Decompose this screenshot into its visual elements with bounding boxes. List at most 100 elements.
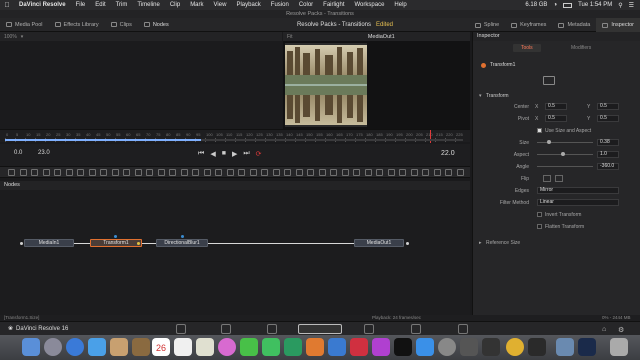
safari-icon[interactable]	[66, 338, 84, 356]
inspector-button[interactable]: Inspector	[596, 18, 640, 32]
invert-transform-checkbox[interactable]	[537, 212, 542, 217]
tool-icon[interactable]	[238, 169, 245, 176]
aspect-field[interactable]: 1.0	[597, 151, 619, 158]
tool-icon[interactable]	[31, 169, 38, 176]
node-port[interactable]	[181, 235, 184, 238]
media-pool-button[interactable]: Media Pool	[0, 22, 49, 28]
angle-field[interactable]: -360.0	[597, 163, 619, 170]
wifi-icon[interactable]: ◑	[553, 2, 557, 8]
effects-library-button[interactable]: Effects Library	[49, 22, 105, 28]
battery-icon[interactable]	[563, 2, 573, 8]
right-zoom-select[interactable]: Fit	[287, 34, 293, 40]
start-time-field[interactable]: 0.0	[14, 150, 22, 159]
use-size-aspect-checkbox[interactable]	[537, 128, 542, 133]
node-transform1[interactable]: Transform1	[90, 239, 142, 247]
automator-icon[interactable]	[460, 338, 478, 356]
end-time-field[interactable]: 23.0	[38, 150, 50, 159]
tool-icon[interactable]	[330, 169, 337, 176]
tab-tools[interactable]: Tools	[513, 44, 541, 52]
numbers-icon[interactable]	[284, 338, 302, 356]
stop-icon[interactable]: ■	[222, 150, 226, 158]
menu-timeline[interactable]: Timeline	[132, 2, 164, 8]
terminal-icon[interactable]	[482, 338, 500, 356]
size-slider-knob[interactable]	[547, 140, 551, 144]
metadata-button[interactable]: Metadata	[552, 22, 596, 28]
tool-icon[interactable]	[192, 169, 199, 176]
tv-icon[interactable]	[394, 338, 412, 356]
node-port[interactable]	[20, 242, 23, 245]
go-to-start-icon[interactable]: ⏮	[198, 150, 204, 158]
podcasts-icon[interactable]	[372, 338, 390, 356]
current-time[interactable]: 22.0	[441, 150, 455, 159]
tool-icon[interactable]	[433, 169, 441, 176]
aspect-slider-knob[interactable]	[561, 152, 565, 156]
flip-vertical-icon[interactable]	[555, 175, 563, 182]
davinci-resolve-icon[interactable]	[528, 338, 546, 356]
go-to-end-icon[interactable]: ⏭	[243, 150, 249, 158]
tool-icon[interactable]	[422, 169, 429, 176]
reminders-icon[interactable]	[174, 338, 192, 356]
step-back-icon[interactable]: ◀	[210, 150, 215, 158]
tool-icon[interactable]	[318, 169, 326, 176]
menu-mark[interactable]: Mark	[185, 2, 208, 8]
tool-icon[interactable]	[203, 169, 211, 176]
music-icon[interactable]	[350, 338, 368, 356]
home-icon[interactable]: ⌂	[602, 326, 606, 333]
photos-icon[interactable]	[218, 338, 236, 356]
tool-icon[interactable]	[180, 169, 188, 176]
mail-icon[interactable]	[88, 338, 106, 356]
node-color-dot[interactable]	[481, 63, 486, 68]
tool-icon[interactable]	[456, 169, 464, 176]
clips-button[interactable]: Clips	[105, 22, 138, 28]
menu-clip[interactable]: Clip	[165, 2, 185, 8]
system-preferences-icon[interactable]	[438, 338, 456, 356]
tool-icon[interactable]	[100, 169, 107, 176]
menu-edit[interactable]: Edit	[90, 2, 110, 8]
reference-size-row[interactable]: ▸ Reference Size	[473, 239, 640, 248]
app-store-icon[interactable]	[416, 338, 434, 356]
tool-icon[interactable]	[226, 169, 234, 176]
menu-fusion[interactable]: Fusion	[266, 2, 294, 8]
menu-view[interactable]: View	[209, 2, 232, 8]
left-zoom-select[interactable]: 100%	[4, 34, 17, 40]
menu-workspace[interactable]: Workspace	[350, 2, 390, 8]
pages-icon[interactable]	[306, 338, 324, 356]
tool-icon[interactable]	[54, 169, 61, 176]
tool-icon[interactable]	[123, 169, 130, 176]
tool-icon[interactable]	[341, 169, 349, 176]
node-mediain1[interactable]: MediaIn1	[24, 239, 74, 247]
calendar-icon[interactable]: 26	[152, 338, 170, 356]
apple-icon[interactable]: 	[0, 2, 14, 9]
menu-app-name[interactable]: DaVinci Resolve	[14, 2, 71, 8]
page-cut[interactable]	[221, 324, 231, 334]
tool-icon[interactable]	[364, 169, 372, 176]
tool-icon[interactable]	[65, 169, 73, 176]
tool-icon[interactable]	[399, 169, 406, 176]
left-viewer[interactable]	[0, 32, 282, 129]
menu-file[interactable]: File	[71, 2, 91, 8]
playhead[interactable]	[430, 130, 431, 143]
tab-modifiers[interactable]: Modifiers	[563, 44, 599, 52]
tool-icon[interactable]	[376, 169, 383, 176]
nodes-button[interactable]: Nodes	[138, 22, 175, 28]
center-y-field[interactable]: 0.5	[597, 103, 619, 110]
tool-icon[interactable]	[295, 169, 303, 176]
filter-method-select[interactable]: Linear	[537, 199, 619, 206]
keyframes-button[interactable]: Keyframes	[505, 22, 552, 28]
page-fairlight[interactable]	[411, 324, 421, 334]
node-directionalblur1[interactable]: DirectionalBlur1	[156, 239, 208, 247]
spline-button[interactable]: Spline	[469, 22, 505, 28]
menu-list-icon[interactable]: ☰	[629, 2, 634, 9]
tool-icon[interactable]	[249, 169, 257, 176]
menu-color[interactable]: Color	[294, 2, 318, 8]
tool-icon[interactable]	[134, 169, 142, 176]
aspect-slider[interactable]	[537, 154, 593, 155]
launchpad-icon[interactable]	[44, 338, 62, 356]
center-x-field[interactable]: 0.5	[545, 103, 567, 110]
play-icon[interactable]: ▶	[232, 150, 237, 158]
menu-playback[interactable]: Playback	[231, 2, 265, 8]
pivot-y-field[interactable]: 0.5	[597, 115, 619, 122]
maps-icon[interactable]	[196, 338, 214, 356]
memory-status[interactable]: 6.18 GB	[525, 2, 547, 8]
search-icon[interactable]: ⚲	[618, 2, 622, 9]
